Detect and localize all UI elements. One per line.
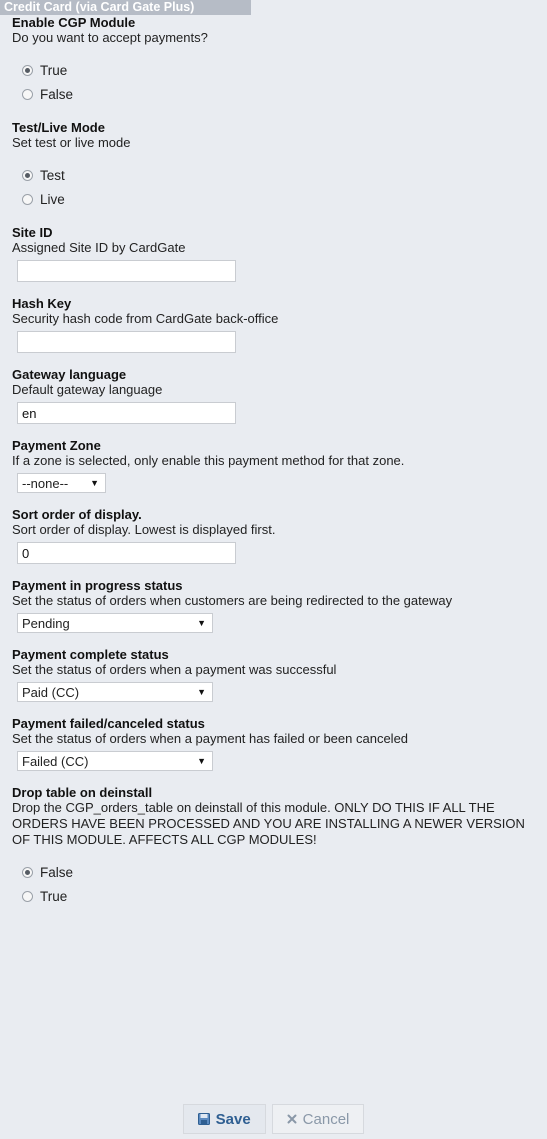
failed-status-desc: Set the status of orders when a payment … xyxy=(12,731,409,746)
mode-live-radio[interactable] xyxy=(22,193,33,205)
enable-true-radio[interactable] xyxy=(22,64,33,76)
complete-status-value: Paid (CC) xyxy=(22,684,80,700)
section-enable-module: Enable CGP Module Do you want to accept … xyxy=(12,15,543,106)
complete-status-select[interactable]: Paid (CC) ▼ xyxy=(17,682,213,702)
progress-status-select[interactable]: Pending ▼ xyxy=(17,613,213,633)
cancel-button[interactable]: Cancel xyxy=(271,1104,365,1134)
sort-order-desc: Sort order of display. Lowest is display… xyxy=(12,522,276,537)
sort-order-input[interactable] xyxy=(17,542,236,564)
failed-status-title: Payment failed/canceled status xyxy=(12,716,205,731)
mode-test-label: Test xyxy=(40,167,65,183)
save-button-label: Save xyxy=(215,1110,251,1128)
site-id-input[interactable] xyxy=(17,260,236,282)
form-actions: Save Cancel xyxy=(0,1104,547,1134)
drop-table-false-radio[interactable] xyxy=(22,866,33,878)
language-input[interactable] xyxy=(17,402,236,424)
section-complete-status: Payment complete status Set the status o… xyxy=(12,647,543,702)
module-config-panel: Credit Card (via Card Gate Plus) Enable … xyxy=(0,0,547,1139)
enable-module-desc: Do you want to accept payments? xyxy=(12,30,208,45)
enable-module-title: Enable CGP Module xyxy=(12,15,136,30)
panel-title: Credit Card (via Card Gate Plus) xyxy=(0,0,251,15)
language-desc: Default gateway language xyxy=(12,382,163,397)
section-progress-status: Payment in progress status Set the statu… xyxy=(12,578,543,633)
complete-status-desc: Set the status of orders when a payment … xyxy=(12,662,337,677)
section-payment-zone: Payment Zone If a zone is selected, only… xyxy=(12,438,543,493)
enable-false-radio[interactable] xyxy=(22,88,33,100)
failed-status-select[interactable]: Failed (CC) ▼ xyxy=(17,751,213,771)
mode-test-radio[interactable] xyxy=(22,169,33,181)
drop-table-desc: Drop the CGP_orders_table on deinstall o… xyxy=(12,800,525,847)
config-form: Enable CGP Module Do you want to accept … xyxy=(0,15,547,908)
mode-desc: Set test or live mode xyxy=(12,135,131,150)
section-gateway-language: Gateway language Default gateway languag… xyxy=(12,367,543,424)
enable-false-option[interactable]: False xyxy=(22,82,543,106)
enable-false-label: False xyxy=(40,86,74,102)
site-id-title: Site ID xyxy=(12,225,53,240)
enable-module-radio-group: True False xyxy=(12,58,543,106)
progress-status-title: Payment in progress status xyxy=(12,578,183,593)
section-sort-order: Sort order of display. Sort order of dis… xyxy=(12,507,543,564)
sort-order-title: Sort order of display. xyxy=(12,507,142,522)
language-title: Gateway language xyxy=(12,367,127,382)
section-failed-status: Payment failed/canceled status Set the s… xyxy=(12,716,543,771)
zone-select[interactable]: --none-- ▼ xyxy=(17,473,106,493)
cancel-button-label: Cancel xyxy=(302,1110,350,1128)
section-test-live-mode: Test/Live Mode Set test or live mode Tes… xyxy=(12,120,543,211)
hash-key-input[interactable] xyxy=(17,331,236,353)
site-id-desc: Assigned Site ID by CardGate xyxy=(12,240,186,255)
mode-test-option[interactable]: Test xyxy=(22,163,543,187)
section-hash-key: Hash Key Security hash code from CardGat… xyxy=(12,296,543,353)
drop-table-title: Drop table on deinstall xyxy=(12,785,153,800)
section-drop-table: Drop table on deinstall Drop the CGP_ord… xyxy=(12,785,543,908)
hash-key-desc: Security hash code from CardGate back-of… xyxy=(12,311,279,326)
cancel-icon xyxy=(287,1114,297,1124)
mode-live-label: Live xyxy=(40,191,65,207)
save-icon xyxy=(197,1113,210,1125)
mode-radio-group: Test Live xyxy=(12,163,543,211)
chevron-down-icon: ▼ xyxy=(197,687,206,697)
zone-title: Payment Zone xyxy=(12,438,101,453)
drop-table-true-label: True xyxy=(40,888,68,904)
chevron-down-icon: ▼ xyxy=(90,478,99,488)
drop-table-true-radio[interactable] xyxy=(22,890,33,902)
section-site-id: Site ID Assigned Site ID by CardGate xyxy=(12,225,543,282)
mode-live-option[interactable]: Live xyxy=(22,187,543,211)
drop-table-radio-group: False True xyxy=(12,860,543,908)
zone-desc: If a zone is selected, only enable this … xyxy=(12,453,405,468)
chevron-down-icon: ▼ xyxy=(197,618,206,628)
progress-status-value: Pending xyxy=(22,615,70,631)
hash-key-title: Hash Key xyxy=(12,296,72,311)
save-button[interactable]: Save xyxy=(182,1104,266,1134)
mode-title: Test/Live Mode xyxy=(12,120,105,135)
enable-true-option[interactable]: True xyxy=(22,58,543,82)
enable-true-label: True xyxy=(40,62,68,78)
drop-table-true-option[interactable]: True xyxy=(22,884,543,908)
drop-table-false-option[interactable]: False xyxy=(22,860,543,884)
drop-table-false-label: False xyxy=(40,864,74,880)
progress-status-desc: Set the status of orders when customers … xyxy=(12,593,453,608)
complete-status-title: Payment complete status xyxy=(12,647,169,662)
failed-status-value: Failed (CC) xyxy=(22,753,89,769)
zone-select-value: --none-- xyxy=(22,475,69,491)
chevron-down-icon: ▼ xyxy=(197,756,206,766)
